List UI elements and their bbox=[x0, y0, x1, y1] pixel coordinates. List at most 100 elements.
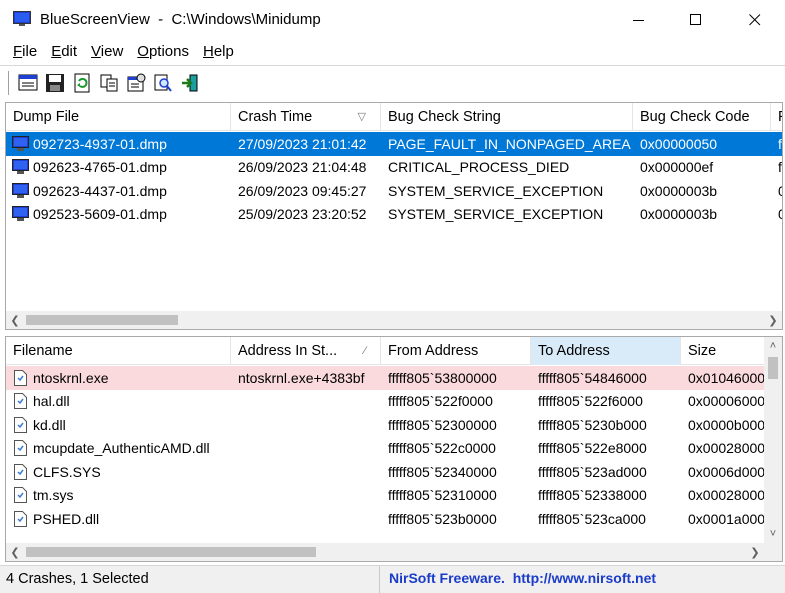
save-icon bbox=[46, 73, 64, 92]
status-summary: 4 Crashes, 1 Selected bbox=[0, 566, 380, 593]
crash-row[interactable]: 092523-5609-01.dmp 25/09/2023 23:20:52 SYS… bbox=[6, 203, 782, 227]
maximize-button[interactable] bbox=[667, 0, 725, 40]
maximize-icon bbox=[690, 14, 701, 25]
modules-hscrollbar[interactable]: ❮ ❯ bbox=[6, 543, 764, 561]
cell-dump-file: 092623-4765-01.dmp bbox=[6, 159, 231, 175]
crash-list-hscroll-thumb[interactable] bbox=[26, 315, 178, 325]
modules-pane: Filename Address In St... ∕ From Address To … bbox=[5, 336, 783, 562]
menu-edit[interactable]: Edit bbox=[44, 40, 84, 64]
menu-view[interactable]: View bbox=[84, 40, 130, 64]
module-row[interactable]: tm.sys fffff805`52310000 fffff805`52338000… bbox=[6, 484, 782, 508]
exit-button[interactable] bbox=[177, 70, 203, 96]
minimize-icon bbox=[633, 20, 644, 21]
cell-bug-check-code: 0x000000ef bbox=[640, 159, 714, 176]
dumps-col-bug-check-code[interactable]: Bug Check Code bbox=[633, 103, 771, 131]
modules-vscrollbar[interactable]: ˄ ˅ bbox=[764, 337, 782, 543]
dumps-col-bug-check-string[interactable]: Bug Check String bbox=[381, 103, 633, 131]
modules-hscroll-thumb[interactable] bbox=[26, 547, 316, 557]
find-button[interactable] bbox=[150, 70, 176, 96]
cell-filename: ntoskrnl.exe bbox=[6, 369, 231, 386]
cell-filename: PSHED.dll bbox=[6, 510, 231, 527]
dump-file-icon bbox=[12, 159, 29, 175]
properties-view-button[interactable] bbox=[15, 70, 41, 96]
module-row[interactable]: CLFS.SYS fffff805`52340000 fffff805`523ad0… bbox=[6, 460, 782, 484]
module-file-icon bbox=[14, 393, 27, 410]
scroll-right-icon[interactable]: ❯ bbox=[746, 543, 764, 561]
refresh-button[interactable] bbox=[69, 70, 95, 96]
cell-from-address: fffff805`53800000 bbox=[388, 369, 497, 386]
scroll-left-icon[interactable]: ❮ bbox=[6, 311, 24, 329]
cell-to-address: fffff805`523ca000 bbox=[538, 510, 646, 527]
column-label: Filename bbox=[13, 343, 73, 359]
dumps-col-crash-time[interactable]: Crash Time ▽ bbox=[231, 103, 381, 131]
cell-crash-time: 25/09/2023 23:20:52 bbox=[238, 206, 367, 223]
modules-vscroll-thumb[interactable] bbox=[768, 357, 778, 379]
dump-file-icon bbox=[12, 206, 29, 222]
properties-icon bbox=[127, 73, 146, 91]
crash-list-hscrollbar[interactable]: ❮ ❯ bbox=[6, 311, 782, 329]
modules-col-to-address[interactable]: To Address bbox=[531, 337, 681, 365]
module-row[interactable]: PSHED.dll fffff805`523b0000 fffff805`523ca… bbox=[6, 507, 782, 531]
module-file-icon bbox=[14, 487, 27, 504]
dumps-col-p[interactable]: P bbox=[771, 103, 782, 131]
close-button[interactable] bbox=[726, 0, 784, 40]
cell-to-address: fffff805`52338000 bbox=[538, 487, 647, 504]
scroll-up-icon[interactable]: ˄ bbox=[764, 337, 782, 355]
column-label: Crash Time bbox=[238, 109, 313, 125]
modules-list: ntoskrnl.exe ntoskrnl.exe+4383bf fffff805`… bbox=[6, 366, 782, 531]
cell-filename: hal.dll bbox=[6, 393, 231, 410]
menu-options[interactable]: Options bbox=[130, 40, 196, 64]
cell-bug-check-code: 0x00000050 bbox=[640, 135, 718, 152]
module-row[interactable]: hal.dll fffff805`522f0000 fffff805`522f600… bbox=[6, 390, 782, 414]
cell-dump-file: 092723-4937-01.dmp bbox=[6, 135, 231, 152]
modules-col-from-address[interactable]: From Address bbox=[381, 337, 531, 365]
scroll-left-icon[interactable]: ❮ bbox=[6, 543, 24, 561]
exit-icon bbox=[182, 74, 198, 91]
cell-filename: mcupdate_AuthenticAMD.dll bbox=[6, 440, 231, 457]
properties-view-icon bbox=[18, 74, 38, 90]
scroll-down-icon[interactable]: ˅ bbox=[764, 525, 782, 543]
minimize-button[interactable] bbox=[610, 0, 668, 40]
column-label: P bbox=[778, 109, 782, 125]
sort-indicator-icon: ▽ bbox=[357, 111, 366, 123]
status-bar: 4 Crashes, 1 Selected NirSoft Freeware. … bbox=[0, 565, 785, 593]
cell-to-address: fffff805`54846000 bbox=[538, 369, 647, 386]
cell-from-address: fffff805`522c0000 bbox=[388, 440, 496, 457]
scroll-corner bbox=[764, 543, 782, 561]
properties-button[interactable] bbox=[123, 70, 149, 96]
copy-button[interactable] bbox=[96, 70, 122, 96]
dumps-col-dump-file[interactable]: Dump File bbox=[6, 103, 231, 131]
cell-bug-check-code: 0x0000003b bbox=[640, 182, 718, 199]
column-label: To Address bbox=[538, 343, 610, 359]
menu-file[interactable]: File bbox=[6, 40, 44, 64]
save-button[interactable] bbox=[42, 70, 68, 96]
cell-p: f bbox=[778, 135, 782, 152]
module-row[interactable]: ntoskrnl.exe ntoskrnl.exe+4383bf fffff805`… bbox=[6, 366, 782, 390]
crash-list-header: Dump File Crash Time ▽ Bug Check String Bug … bbox=[6, 103, 782, 131]
scroll-right-icon[interactable]: ❯ bbox=[764, 311, 782, 329]
dump-file-icon bbox=[12, 182, 29, 198]
module-file-icon bbox=[14, 440, 27, 457]
cell-to-address: fffff805`523ad000 bbox=[538, 463, 647, 480]
crash-row[interactable]: 092723-4937-01.dmp 27/09/2023 21:01:42 PAG… bbox=[6, 132, 782, 156]
menu-help[interactable]: Help bbox=[196, 40, 241, 64]
modules-col-address-in-st[interactable]: Address In St... ∕ bbox=[231, 337, 381, 365]
cell-to-address: fffff805`5230b000 bbox=[538, 416, 647, 433]
column-label: Dump File bbox=[13, 109, 80, 125]
module-file-icon bbox=[14, 369, 27, 386]
column-label: Bug Check String bbox=[388, 109, 501, 125]
column-label: Size bbox=[688, 343, 717, 359]
modules-col-filename[interactable]: Filename bbox=[6, 337, 231, 365]
title-bar: BlueScreenView - C:\Windows\Minidump bbox=[0, 0, 785, 40]
module-file-icon bbox=[14, 463, 27, 480]
column-label: From Address bbox=[388, 343, 479, 359]
refresh-icon bbox=[74, 73, 90, 92]
module-row[interactable]: mcupdate_AuthenticAMD.dll fffff805`522c00… bbox=[6, 437, 782, 461]
module-row[interactable]: kd.dll fffff805`52300000 fffff805`5230b000… bbox=[6, 413, 782, 437]
crash-row[interactable]: 092623-4765-01.dmp 26/09/2023 21:04:48 CRI… bbox=[6, 156, 782, 180]
cell-from-address: fffff805`52300000 bbox=[388, 416, 497, 433]
toolbar-grip bbox=[6, 70, 9, 95]
crash-row[interactable]: 092623-4437-01.dmp 26/09/2023 09:45:27 SYS… bbox=[6, 179, 782, 203]
cell-crash-time: 27/09/2023 21:01:42 bbox=[238, 135, 367, 152]
nirsoft-link[interactable]: NirSoft Freeware. http://www.nirsoft.net bbox=[389, 566, 656, 593]
